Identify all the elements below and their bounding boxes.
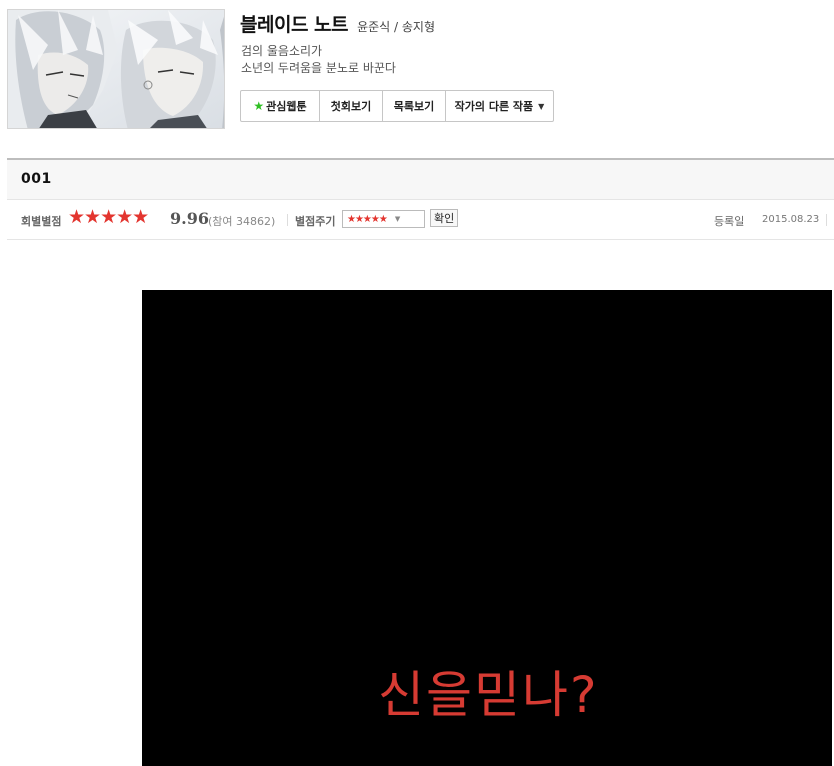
other-works-label: 작가의 다른 작품 bbox=[454, 100, 534, 113]
confirm-rating-button[interactable]: 확인 bbox=[430, 209, 459, 227]
favorite-webtoon-button[interactable]: ★ 관심웹툰 bbox=[241, 91, 320, 121]
first-episode-button[interactable]: 첫회보기 bbox=[320, 91, 383, 121]
rating-select-stars: ★★★★★ bbox=[347, 213, 388, 225]
author-other-works-button[interactable]: 작가의 다른 작품 ▼ bbox=[446, 91, 553, 121]
action-buttons: ★ 관심웹툰 첫회보기 목록보기 작가의 다른 작품 ▼ bbox=[240, 90, 554, 122]
webtoon-description: 검의 울음소리가 소년의 두려움을 분노로 바꾼다 bbox=[241, 43, 396, 77]
favorite-label: 관심웹툰 bbox=[266, 100, 307, 113]
rating-select[interactable]: ★★★★★ ▼ bbox=[342, 210, 425, 228]
webtoon-author[interactable]: 윤준식 / 송지형 bbox=[357, 20, 435, 34]
favorite-star-icon: ★ bbox=[253, 99, 265, 113]
description-line-1: 검의 울음소리가 bbox=[241, 44, 323, 58]
episode-list-button[interactable]: 목록보기 bbox=[383, 91, 446, 121]
registered-date: 2015.08.23 bbox=[762, 214, 820, 225]
comic-panel: 신을믿나? bbox=[142, 290, 832, 766]
title-row: 블레이드 노트 윤준식 / 송지형 bbox=[240, 10, 435, 37]
give-rating-label: 별점주기 bbox=[295, 215, 336, 228]
rating-row: 회별별점 ★★★★★ 9.96 (참여 34862) 별점주기 ★★★★★ ▼ … bbox=[7, 200, 834, 240]
episode-title: 001 bbox=[21, 171, 52, 187]
registered-label: 등록일 bbox=[714, 215, 745, 228]
episode-title-bar: 001 bbox=[7, 160, 834, 200]
webtoon-title[interactable]: 블레이드 노트 bbox=[240, 14, 349, 36]
thumbnail-artwork bbox=[8, 10, 224, 128]
comic-panel-text: 신을믿나? bbox=[378, 666, 599, 724]
dropdown-caret-icon: ▼ bbox=[394, 215, 401, 223]
rating-participants: (참여 34862) bbox=[208, 215, 276, 228]
rating-stars: ★★★★★ bbox=[68, 206, 149, 228]
separator bbox=[826, 214, 827, 226]
separator bbox=[287, 214, 288, 226]
episode-rating-label: 회별별점 bbox=[21, 215, 62, 228]
rating-score: 9.96 bbox=[170, 209, 209, 228]
dropdown-caret-icon: ▼ bbox=[538, 101, 545, 111]
description-line-2: 소년의 두려움을 분노로 바꾼다 bbox=[241, 61, 396, 75]
webtoon-thumbnail[interactable] bbox=[7, 9, 225, 129]
